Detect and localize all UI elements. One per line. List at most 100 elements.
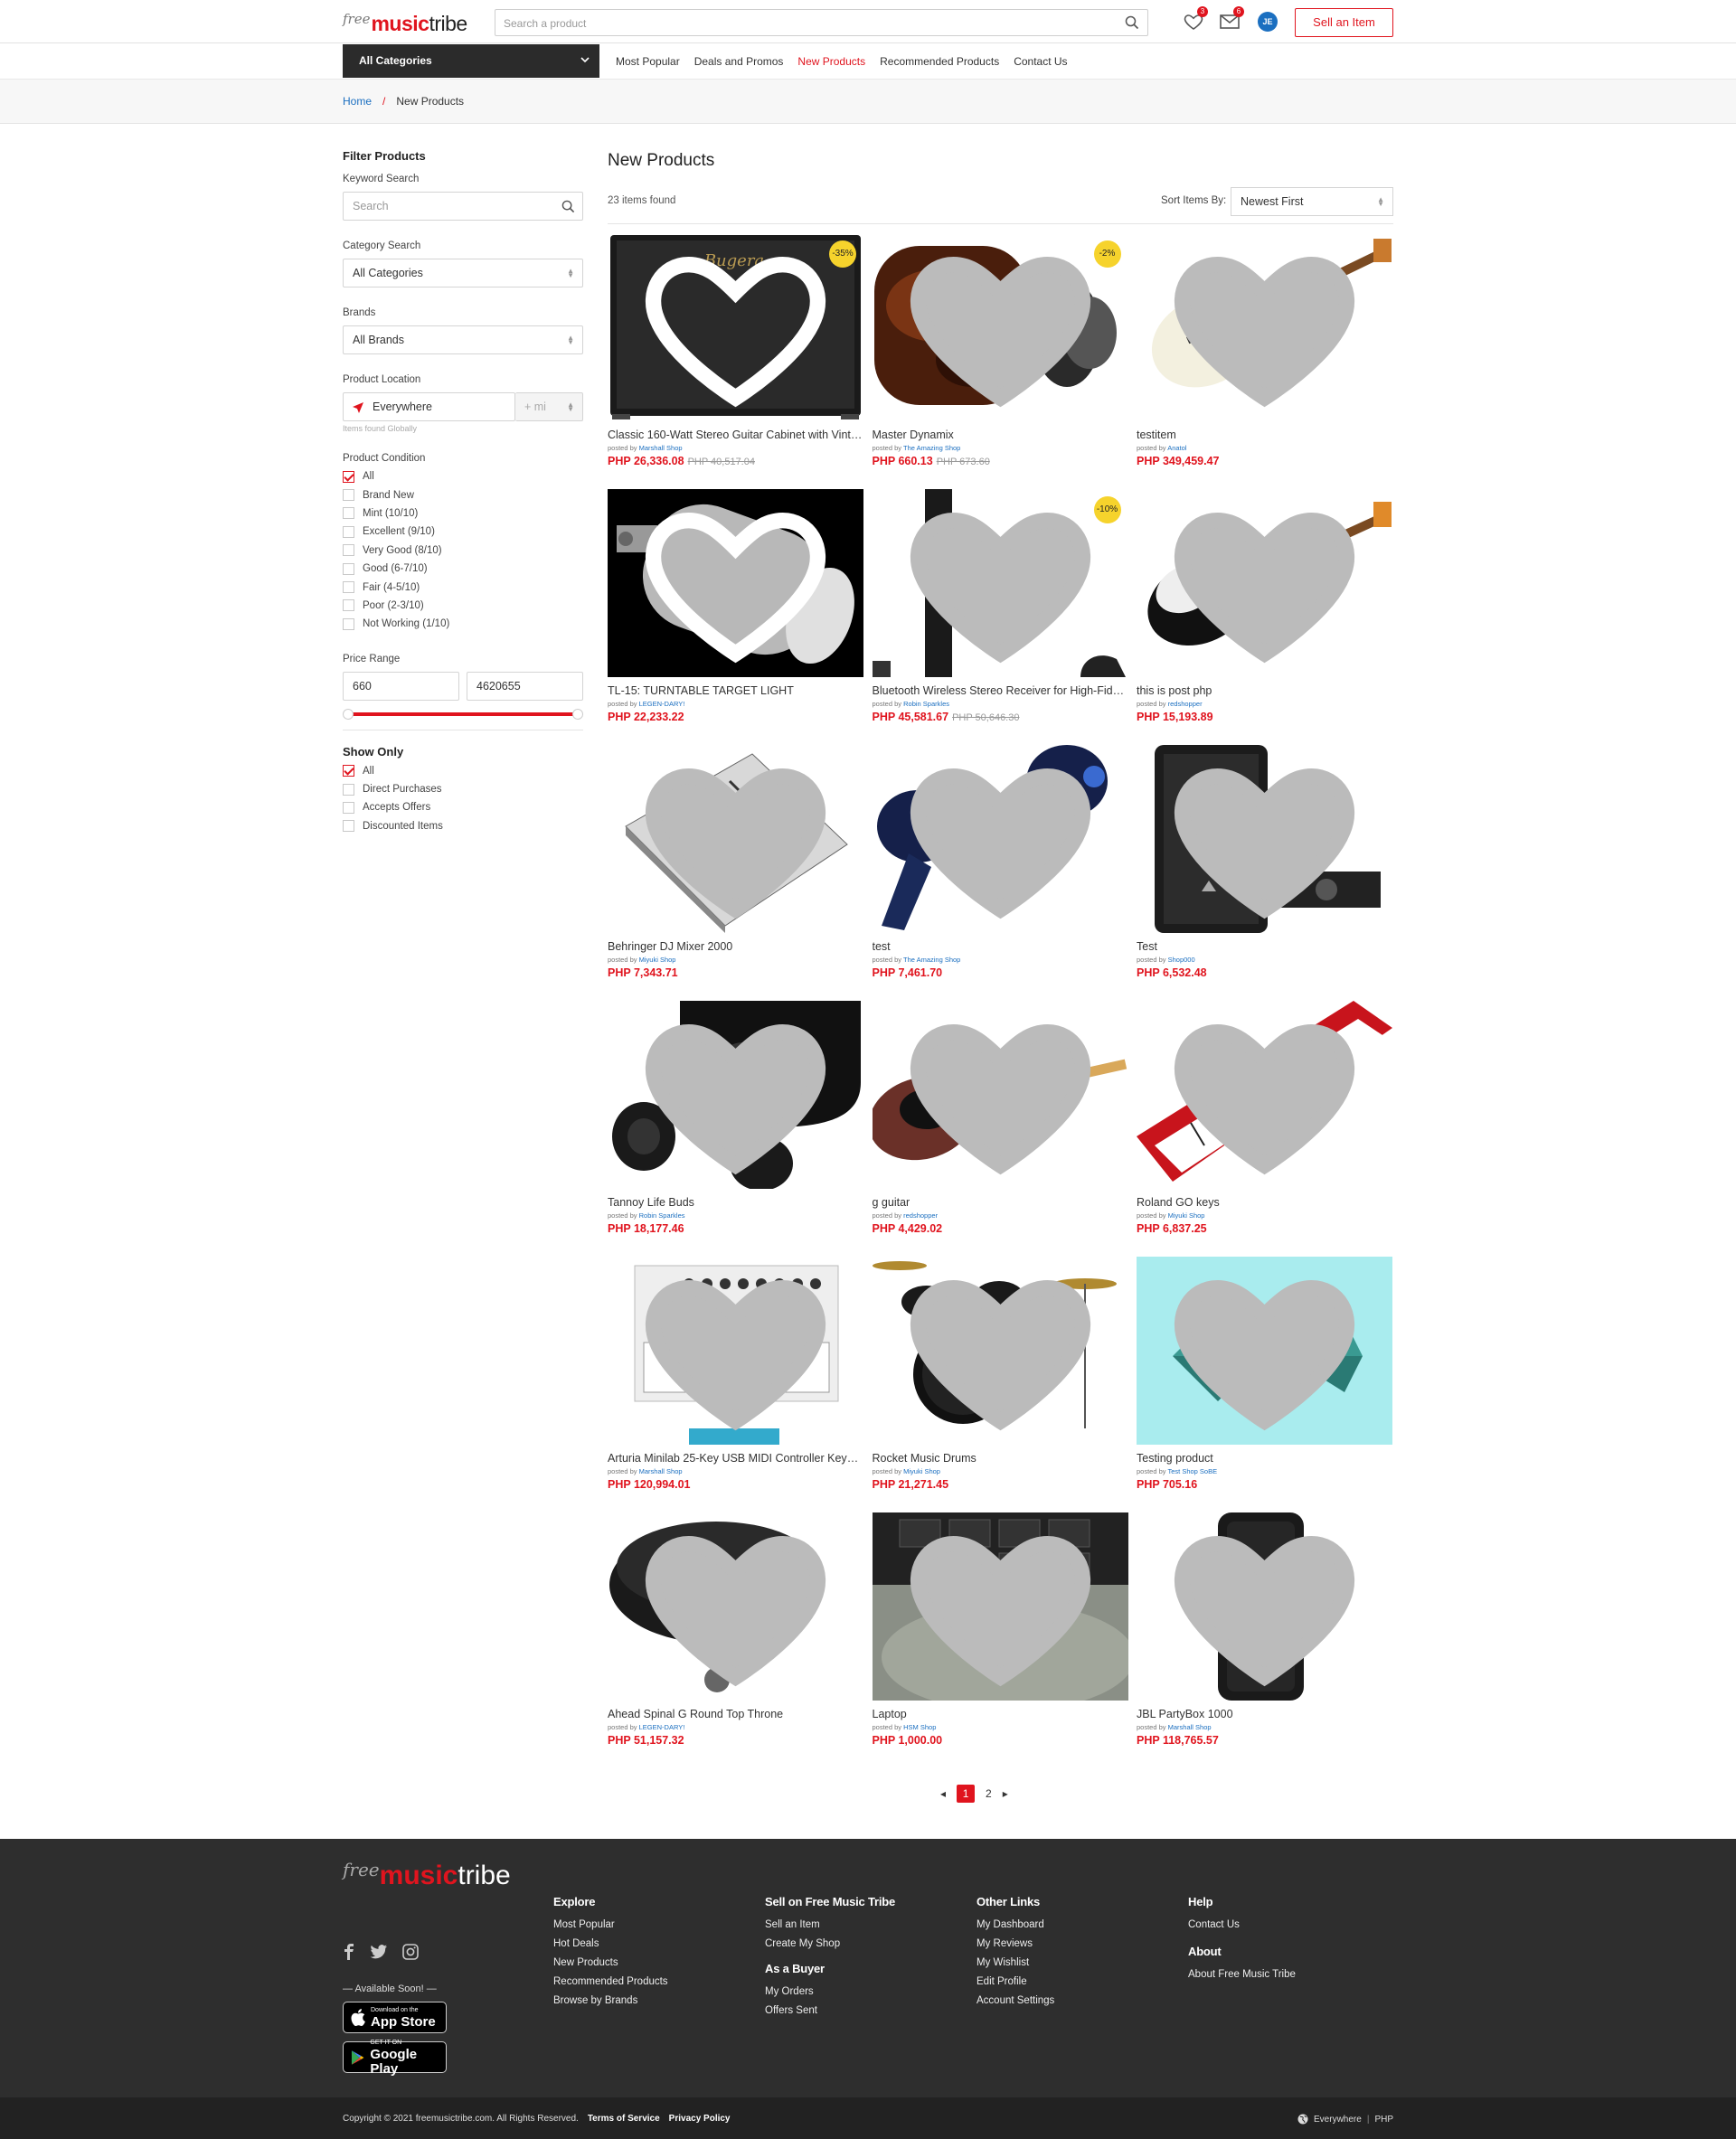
nav-link-most-popular[interactable]: Most Popular bbox=[616, 55, 680, 68]
shop-link[interactable]: Marshall Shop bbox=[639, 1467, 683, 1475]
heart-icon[interactable] bbox=[1137, 1257, 1392, 1445]
product-card[interactable]: Laptop posted by HSM Shop PHP 1,000.00 bbox=[872, 1512, 1128, 1768]
product-image[interactable] bbox=[608, 745, 863, 933]
heart-icon[interactable] bbox=[608, 233, 863, 421]
checkbox[interactable] bbox=[343, 470, 354, 483]
checkbox[interactable] bbox=[343, 507, 354, 520]
shop-link[interactable]: Shop000 bbox=[1168, 956, 1195, 964]
product-name[interactable]: g guitar bbox=[873, 1196, 1128, 1209]
checkbox[interactable] bbox=[343, 801, 354, 814]
twitter-icon[interactable] bbox=[370, 1944, 388, 1960]
nav-link-deals-and-promos[interactable]: Deals and Promos bbox=[694, 55, 784, 68]
condition-option[interactable]: Fair (4-5/10) bbox=[343, 578, 583, 596]
product-name[interactable]: Master Dynamix bbox=[873, 429, 1128, 441]
checkbox[interactable] bbox=[343, 765, 354, 777]
checkbox[interactable] bbox=[343, 489, 354, 502]
product-name[interactable]: Ahead Spinal G Round Top Throne bbox=[608, 1708, 863, 1720]
condition-option[interactable]: Very Good (8/10) bbox=[343, 542, 583, 560]
site-logo[interactable]: free music tribe bbox=[343, 7, 467, 36]
search-icon[interactable] bbox=[561, 200, 575, 213]
checkbox[interactable] bbox=[343, 820, 354, 833]
product-name[interactable]: Arturia Minilab 25-Key USB MIDI Controll… bbox=[608, 1452, 863, 1465]
heart-icon[interactable] bbox=[873, 1001, 1128, 1189]
footer-link[interactable]: Recommended Products bbox=[553, 1976, 668, 1987]
checkbox[interactable] bbox=[343, 525, 354, 538]
product-card[interactable]: Test posted by Shop000 PHP 6,532.48 bbox=[1137, 745, 1392, 1001]
heart-icon[interactable] bbox=[608, 489, 863, 677]
product-card[interactable]: g guitar posted by redshopper PHP 4,429.02 bbox=[872, 1001, 1128, 1257]
shop-link[interactable]: redshopper bbox=[903, 1211, 938, 1220]
shop-link[interactable]: Test Shop SoBE bbox=[1167, 1467, 1217, 1475]
footer-link[interactable]: New Products bbox=[553, 1957, 668, 1968]
shop-link[interactable]: Miyuki Shop bbox=[639, 956, 676, 964]
footer-link[interactable]: About Free Music Tribe bbox=[1188, 1969, 1296, 1980]
product-name[interactable]: Roland GO keys bbox=[1137, 1196, 1392, 1209]
product-image[interactable]: Bugera -35% bbox=[608, 233, 863, 421]
locale-selector[interactable]: Everywhere | PHP bbox=[1297, 2114, 1393, 2125]
product-name[interactable]: JBL PartyBox 1000 bbox=[1137, 1708, 1392, 1720]
heart-icon[interactable] bbox=[873, 233, 1128, 421]
heart-icon[interactable] bbox=[873, 745, 1128, 933]
shop-link[interactable]: Robin Sparkles bbox=[639, 1211, 685, 1220]
prev-page-icon[interactable]: ◂ bbox=[940, 1787, 946, 1800]
app-store-badge[interactable]: Download on the App Store bbox=[343, 2002, 447, 2033]
product-image[interactable] bbox=[1137, 1257, 1392, 1445]
footer-link[interactable]: Browse by Brands bbox=[553, 1995, 668, 2006]
google-play-badge[interactable]: GET IT ON Google Play bbox=[343, 2040, 447, 2076]
heart-icon[interactable] bbox=[1137, 1512, 1392, 1701]
product-card[interactable]: Behringer DJ Mixer 2000 posted by Miyuki … bbox=[608, 745, 863, 1001]
location-radius-select[interactable]: + mi ▲ ▼ bbox=[515, 392, 583, 421]
page-number[interactable]: 2 bbox=[986, 1787, 992, 1800]
user-avatar[interactable]: JE bbox=[1258, 12, 1278, 32]
breadcrumb-home-link[interactable]: Home bbox=[343, 95, 372, 108]
product-card[interactable]: Arturia Minilab 25-Key USB MIDI Controll… bbox=[608, 1257, 863, 1512]
instagram-icon[interactable] bbox=[402, 1944, 419, 1960]
product-card[interactable]: AHEAD Ahead Spinal G Round Top Throne post… bbox=[608, 1512, 863, 1768]
heart-icon[interactable] bbox=[608, 1257, 863, 1445]
show-only-option[interactable]: Discounted Items bbox=[343, 817, 583, 835]
facebook-icon[interactable] bbox=[343, 1944, 355, 1960]
product-image[interactable] bbox=[1137, 1512, 1392, 1701]
product-name[interactable]: Test bbox=[1137, 940, 1392, 953]
heart-icon[interactable] bbox=[608, 1001, 863, 1189]
product-image[interactable] bbox=[872, 1001, 1128, 1189]
product-card[interactable]: this is post php posted by redshopper PHP … bbox=[1137, 489, 1392, 745]
shop-link[interactable]: The Amazing Shop bbox=[903, 956, 960, 964]
heart-icon[interactable] bbox=[608, 1512, 863, 1701]
footer-link[interactable]: Most Popular bbox=[553, 1919, 668, 1930]
product-card[interactable]: -10% Bluetooth Wireless Stereo Receiver f… bbox=[872, 489, 1128, 745]
condition-option[interactable]: Poor (2-3/10) bbox=[343, 597, 583, 615]
location-input[interactable]: Everywhere bbox=[343, 392, 515, 421]
heart-icon[interactable] bbox=[1137, 745, 1392, 933]
heart-icon[interactable] bbox=[1137, 233, 1392, 421]
product-card[interactable]: Testing product posted by Test Shop SoBE P… bbox=[1137, 1257, 1392, 1512]
shop-link[interactable]: LEGEN-DARY! bbox=[639, 1723, 685, 1731]
price-max-input[interactable]: 4620655 bbox=[467, 671, 583, 701]
sell-an-item-button[interactable]: Sell an Item bbox=[1295, 8, 1393, 37]
nav-link-new-products[interactable]: New Products bbox=[797, 55, 865, 68]
checkbox[interactable] bbox=[343, 599, 354, 612]
product-card[interactable]: Tannoy Life Buds posted by Robin Sparkles… bbox=[608, 1001, 863, 1257]
product-card[interactable]: JBL PartyBox 1000 posted by Marshall Shop… bbox=[1137, 1512, 1392, 1768]
footer-link[interactable]: Sell an Item bbox=[765, 1919, 895, 1930]
product-card[interactable]: testitem posted by Anatol PHP 349,459.47 bbox=[1137, 233, 1392, 489]
search-icon[interactable] bbox=[1125, 15, 1139, 30]
product-card[interactable]: TL-15: TURNTABLE TARGET LIGHT posted by L… bbox=[608, 489, 863, 745]
product-name[interactable]: Laptop bbox=[873, 1708, 1128, 1720]
shop-link[interactable]: The Amazing Shop bbox=[903, 444, 960, 452]
shop-link[interactable]: Miyuki Shop bbox=[1168, 1211, 1205, 1220]
checkbox[interactable] bbox=[343, 581, 354, 594]
heart-icon[interactable] bbox=[1137, 1001, 1392, 1189]
footer-link[interactable]: Account Settings bbox=[976, 1995, 1054, 2006]
condition-option[interactable]: All bbox=[343, 467, 583, 485]
shop-link[interactable]: LEGEN-DARY! bbox=[639, 700, 685, 708]
price-min-input[interactable]: 660 bbox=[343, 671, 459, 701]
condition-option[interactable]: Mint (10/10) bbox=[343, 504, 583, 523]
product-image[interactable]: AHEAD bbox=[608, 1512, 863, 1701]
product-name[interactable]: Classic 160-Watt Stereo Guitar Cabinet w… bbox=[608, 429, 863, 441]
category-select[interactable]: All Categories ▲ ▼ bbox=[343, 259, 583, 287]
sort-select[interactable]: Newest First ▲ ▼ bbox=[1231, 187, 1393, 216]
product-name[interactable]: Bluetooth Wireless Stereo Receiver for H… bbox=[873, 684, 1128, 697]
terms-link[interactable]: Terms of Service bbox=[588, 2114, 660, 2124]
slider-max-handle[interactable] bbox=[572, 708, 583, 720]
